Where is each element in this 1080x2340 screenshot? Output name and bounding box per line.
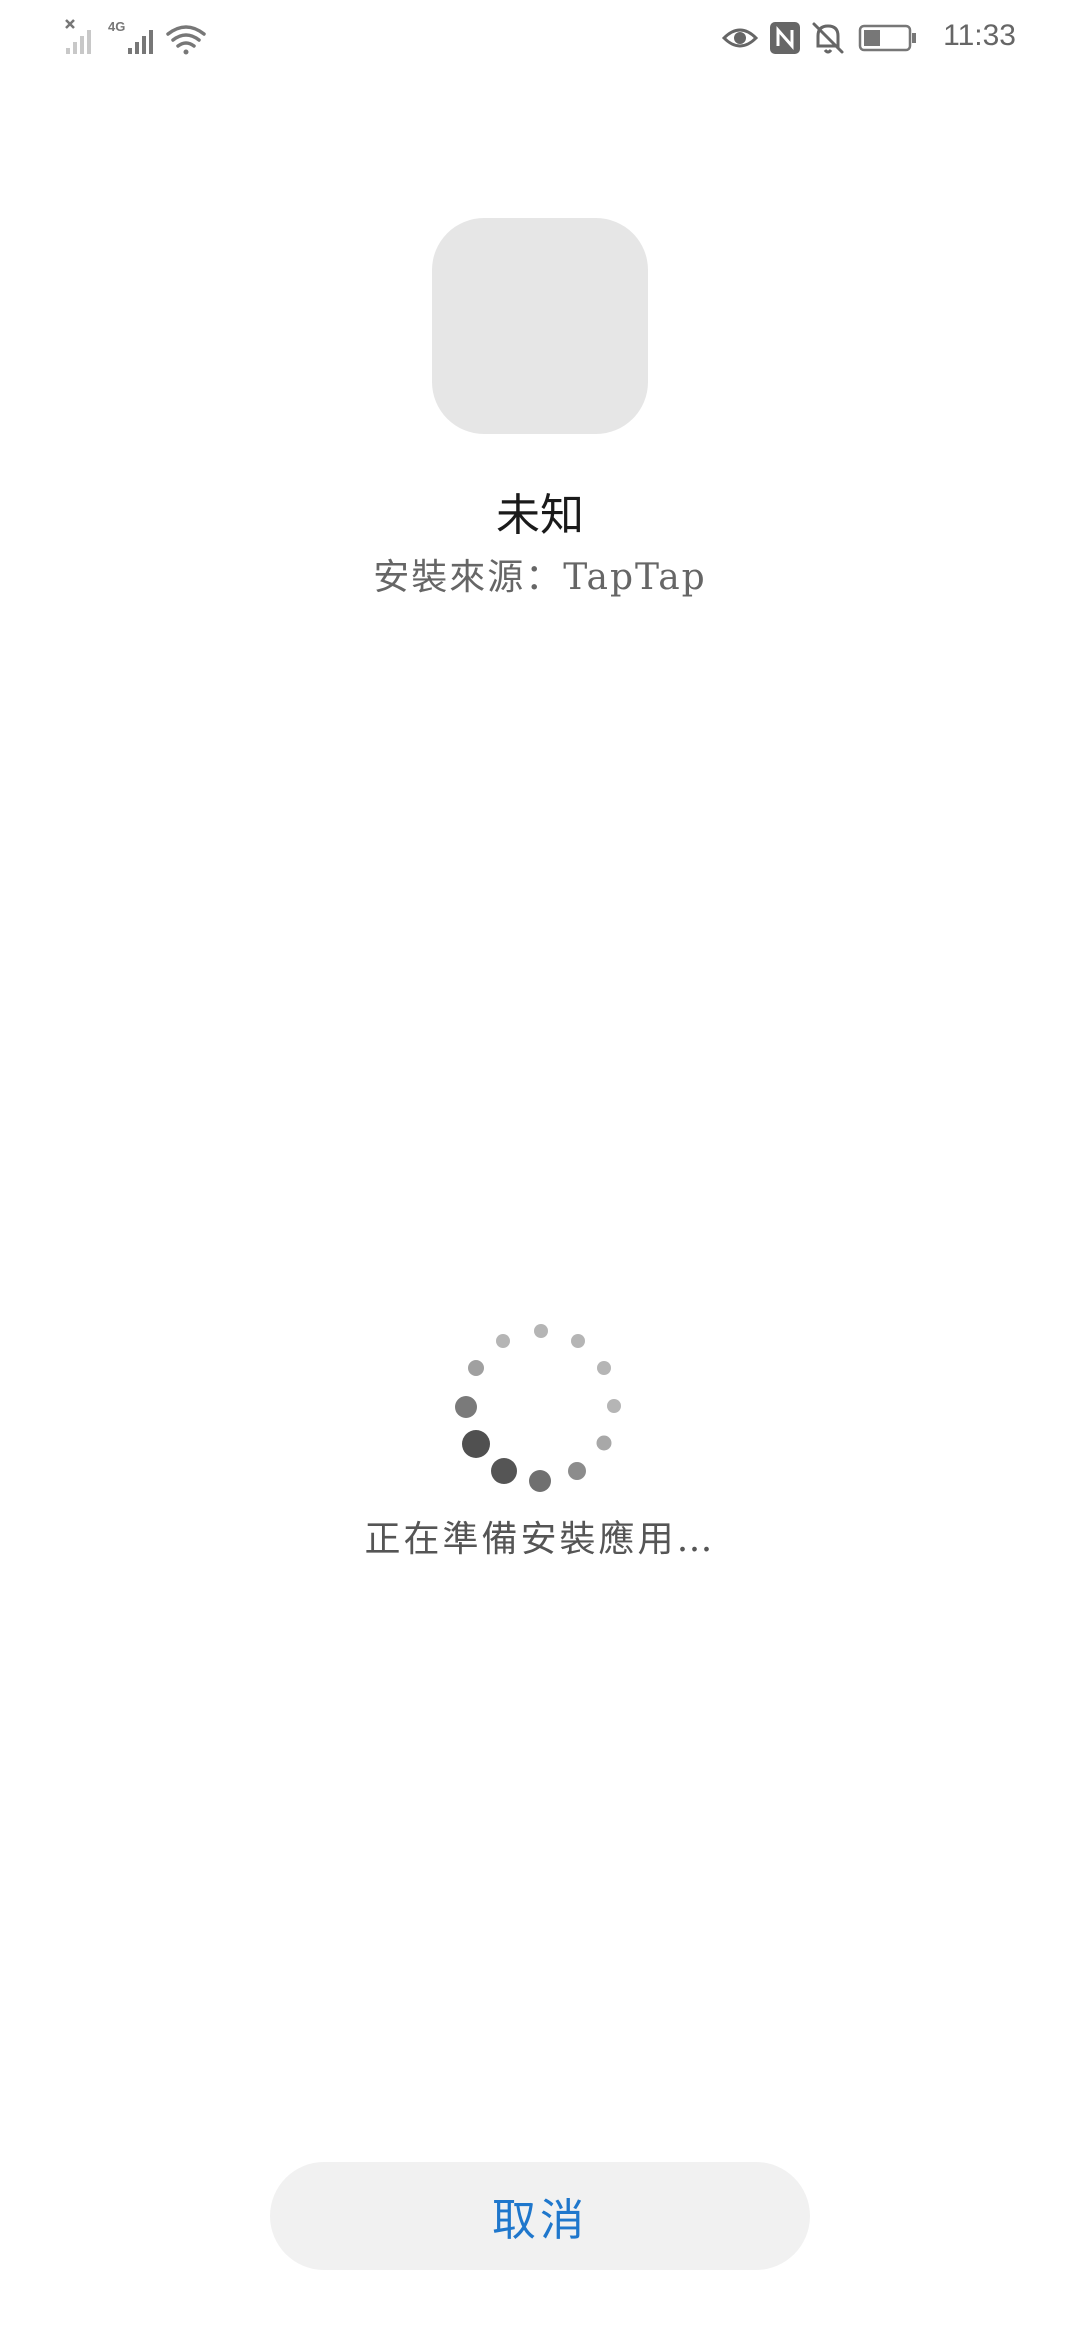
install-screen: 4G 11:33 未知 安裝來源：TapTap 正在準備安裝應用… 取消 — [0, 0, 1080, 2340]
network-type-label: 4G — [108, 19, 125, 34]
app-icon — [432, 218, 648, 434]
loading-spinner-icon — [455, 1324, 621, 1492]
cancel-button-label: 取消 — [492, 2195, 588, 2246]
status-bar: 4G 11:33 — [0, 0, 1080, 72]
wifi-icon — [166, 25, 206, 55]
mute-icon — [812, 22, 844, 54]
loading-text: 正在準備安裝應用… — [364, 1519, 716, 1560]
install-source: 安裝來源：TapTap — [373, 557, 707, 598]
battery-icon — [858, 24, 916, 52]
eye-icon — [721, 28, 759, 48]
cancel-button[interactable]: 取消 — [270, 2162, 810, 2270]
status-time: 11:33 — [943, 19, 1016, 52]
signal-icon — [128, 30, 153, 54]
no-signal-icon — [65, 19, 91, 54]
nfc-icon — [770, 22, 800, 54]
app-name: 未知 — [496, 490, 584, 541]
status-right-icons — [721, 22, 916, 54]
status-left-icons: 4G — [65, 19, 206, 55]
